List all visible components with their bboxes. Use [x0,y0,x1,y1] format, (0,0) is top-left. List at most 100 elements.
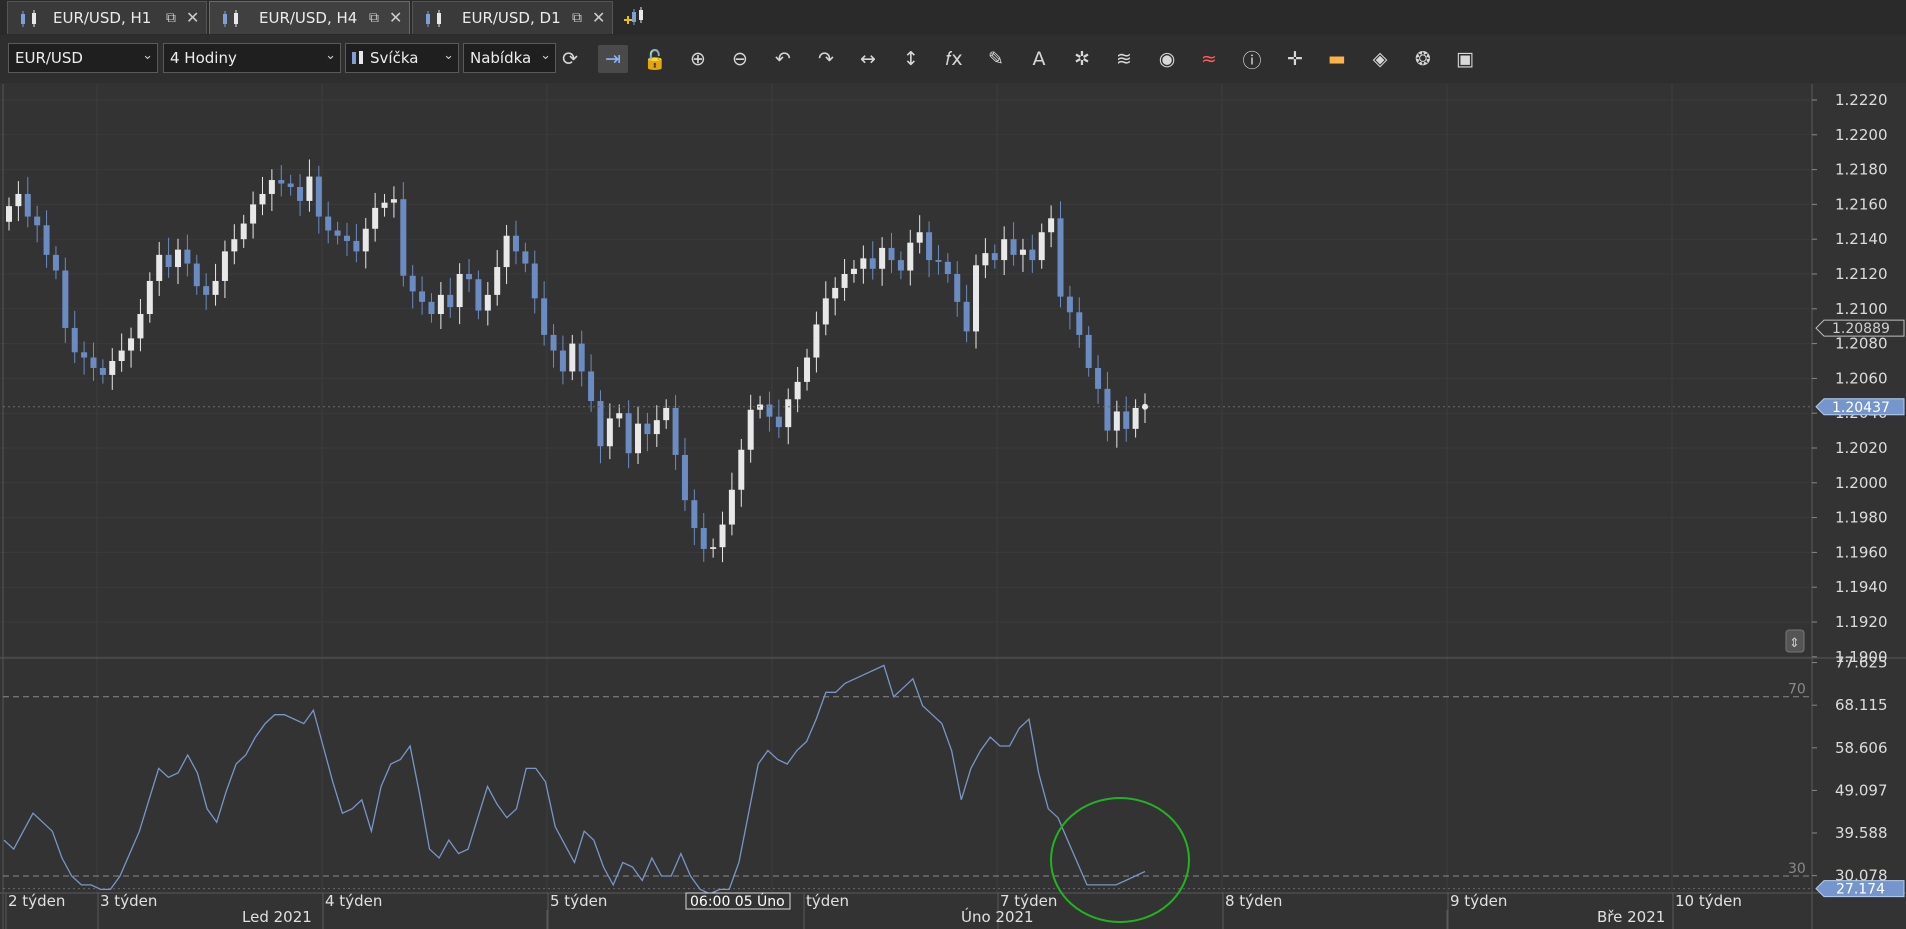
candlestick-icon [223,10,238,27]
candle-body [822,298,829,325]
price-tick-label: 1.2080 [1835,335,1888,353]
candle-body [334,230,341,236]
price-tick-label: 1.2120 [1835,265,1888,283]
detach-icon[interactable]: ⧉ [572,10,582,26]
candle-body [428,301,435,315]
candle-body [268,180,275,194]
week-label: 4 týden [325,892,382,910]
volume-bars-button[interactable]: ▬ [1322,45,1352,73]
indicators-fx-button[interactable]: 𝑓x [939,45,969,73]
undo-icon: ↶ [775,48,791,70]
candle-body [775,416,782,428]
save-button[interactable]: ▣ [1450,45,1480,73]
month-label: Bře 2021 [1597,908,1665,926]
zoom-out-button[interactable]: ⊖ [725,45,755,73]
candle-body [728,489,735,525]
close-icon[interactable]: ✕ [592,8,605,27]
add-chart-button[interactable] [622,6,648,28]
vertical-resize-button[interactable]: ↕ [896,45,926,73]
paint-bucket-button[interactable]: ◈ [1365,45,1395,73]
info-button[interactable]: ⓘ [1237,45,1267,73]
candle-body [1095,367,1102,389]
candle-body [456,274,463,308]
price-tick-label: 1.2140 [1835,230,1888,248]
layers-button[interactable]: ≋ [1109,45,1139,73]
close-icon[interactable]: ✕ [186,8,199,27]
candle-body [813,324,820,358]
candle-body [409,275,416,292]
candle-body [719,524,726,548]
candle-body [681,454,688,501]
tab-eurusd-d1[interactable]: EUR/USD, D1 ⧉ ✕ [412,1,613,34]
candle-body [879,247,886,269]
candle-body [691,500,698,529]
week-label: 9 týden [1450,892,1507,910]
refresh-button[interactable]: ⟳ [555,45,585,73]
candle-body [804,357,811,382]
candle-body [644,423,651,435]
theme-button[interactable]: ❂ [1408,45,1438,73]
instrument-select[interactable]: EUR/USD ⌄ [8,43,158,73]
candle-body [897,260,904,271]
week-label: 8 týden [1225,892,1282,910]
indicators-fx-icon: 𝑓x [945,48,963,70]
offer-side-value: Nabídka [470,49,532,67]
chart-type-select[interactable]: Svíčka ⌄ [345,43,459,73]
candle-body [325,216,332,231]
candle-body [710,547,717,549]
rsi-tick-label: 39.588 [1835,824,1888,842]
candle-body [203,286,210,295]
candle-body [381,202,388,208]
candle-body [653,420,660,435]
layers-icon: ≋ [1116,48,1132,70]
drawdown-button[interactable]: ≈ [1194,45,1224,73]
candle-body [250,204,257,224]
candle-body [90,357,97,368]
redo-button[interactable]: ↷ [811,45,841,73]
text-tool-button[interactable]: A [1024,45,1054,73]
refresh-icon: ⟳ [562,48,578,70]
candle-body [635,423,642,454]
rsi-tick-label: 49.097 [1835,781,1888,799]
crosshair-button[interactable]: ✛ [1280,45,1310,73]
candle-body [597,401,604,447]
undo-button[interactable]: ↶ [768,45,798,73]
period-select[interactable]: 4 Hodiny ⌄ [163,43,341,73]
candle-body [1123,411,1130,429]
detach-icon[interactable]: ⧉ [166,10,176,26]
candle-body [700,528,707,549]
candle-body [306,176,313,201]
tab-eurusd-h4[interactable]: EUR/USD, H4 ⧉ ✕ [209,1,410,34]
candle-body [1085,334,1092,368]
price-tick-label: 1.1920 [1835,613,1888,631]
candle-body [512,235,519,252]
close-icon[interactable]: ✕ [389,8,402,27]
candle-body [71,327,78,353]
add-chart-icon [624,7,643,25]
candle-body [193,263,200,287]
chart-area[interactable]: 70 30 1.2220 1.2200 1.2180 1.2160 1.2140 1.212… [0,83,1906,929]
price-tick-label: 1.2160 [1835,195,1888,213]
pattern-button[interactable]: ✲ [1067,45,1097,73]
candle-body [973,265,980,332]
candle-body [991,253,998,261]
draw-pencil-button[interactable]: ✎ [981,45,1011,73]
horizontal-resize-icon: ↔ [860,48,876,70]
eye-button[interactable]: ◉ [1152,45,1182,73]
unlock-icon: 🔓 [643,48,667,71]
week-label: 10 týden [1675,892,1742,910]
candle-body [165,254,172,268]
candle-body [343,235,350,241]
save-icon: ▣ [1456,48,1474,70]
autoshift-button[interactable]: ⇥ [598,45,628,73]
tab-eurusd-h1[interactable]: EUR/USD, H1 ⧉ ✕ [7,1,207,34]
offer-side-select[interactable]: Nabídka ⌄ [463,43,556,73]
candle-body [1076,312,1083,335]
candle-body [494,267,501,295]
unlock-button[interactable]: 🔓 [640,45,670,73]
horizontal-resize-button[interactable]: ↔ [853,45,883,73]
candle-body [963,301,970,332]
detach-icon[interactable]: ⧉ [369,10,379,26]
candle-body [757,404,764,410]
zoom-in-button[interactable]: ⊕ [683,45,713,73]
